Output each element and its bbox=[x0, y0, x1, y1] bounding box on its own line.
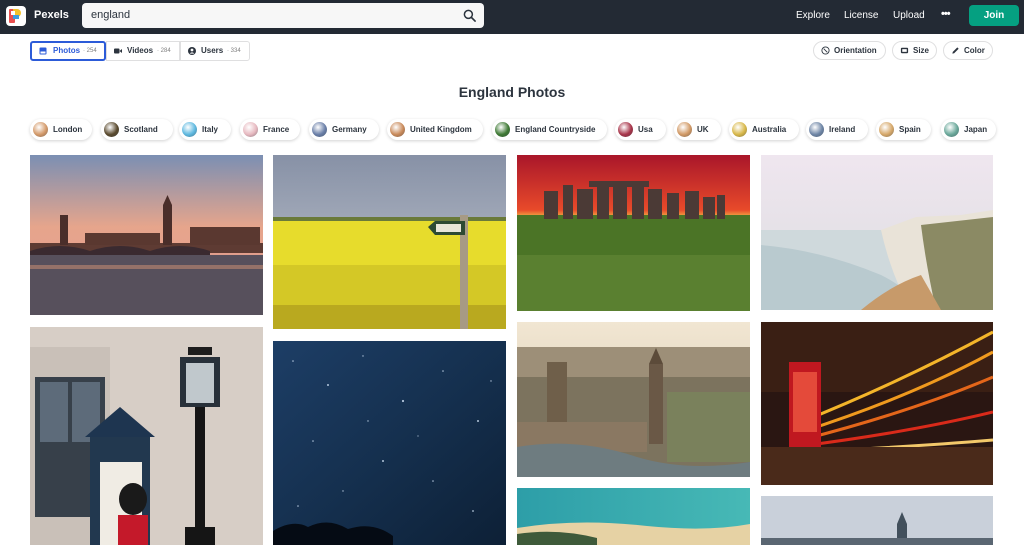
nav-explore-link[interactable]: Explore bbox=[796, 10, 830, 21]
tab-photos-label: Photos bbox=[53, 46, 81, 55]
size-filter-label: Size bbox=[913, 46, 930, 55]
photo-royal-guard-lamp-post[interactable] bbox=[30, 327, 263, 545]
chip-label: France bbox=[263, 125, 290, 134]
related-search-chip-london[interactable]: London bbox=[30, 119, 92, 140]
chip-label: Germany bbox=[332, 125, 367, 134]
join-button[interactable]: Join bbox=[969, 5, 1019, 26]
chip-thumbnail bbox=[618, 122, 633, 137]
chip-thumbnail bbox=[104, 122, 119, 137]
video-icon bbox=[114, 48, 122, 54]
related-search-chip-uk[interactable]: UK bbox=[674, 119, 721, 140]
tab-photos-count: · 254 bbox=[83, 48, 97, 54]
chip-thumbnail bbox=[33, 122, 48, 137]
chip-label: Usa bbox=[638, 125, 653, 134]
chip-label: Ireland bbox=[829, 125, 856, 134]
chip-label: Scotland bbox=[124, 125, 158, 134]
tab-photos[interactable]: Photos · 254 bbox=[30, 41, 106, 61]
tab-users-count: · 334 bbox=[227, 48, 241, 54]
chip-thumbnail bbox=[243, 122, 258, 137]
color-filter-button[interactable]: Color bbox=[943, 41, 993, 60]
related-search-chip-germany[interactable]: Germany bbox=[309, 119, 379, 140]
user-icon bbox=[188, 47, 196, 55]
chip-label: England Countryside bbox=[515, 125, 596, 134]
related-search-chip-spain[interactable]: Spain bbox=[876, 119, 931, 140]
chip-label: United Kingdom bbox=[410, 125, 472, 134]
related-search-chip-england-countryside[interactable]: England Countryside bbox=[492, 119, 607, 140]
photo-rapeseed-field-footpath-sign[interactable] bbox=[273, 155, 506, 329]
tab-videos-label: Videos bbox=[127, 46, 154, 55]
related-search-chip-japan[interactable]: Japan bbox=[941, 119, 996, 140]
orientation-filter-label: Orientation bbox=[834, 46, 877, 55]
chip-label: UK bbox=[697, 125, 709, 134]
photo-white-cliffs-coast[interactable] bbox=[761, 155, 993, 310]
nav-license-link[interactable]: License bbox=[844, 10, 878, 21]
photo-big-ben-dusk[interactable] bbox=[761, 496, 993, 545]
related-search-chip-united-kingdom[interactable]: United Kingdom bbox=[387, 119, 483, 140]
page-title: England Photos bbox=[458, 84, 566, 100]
search-input-value: england bbox=[91, 9, 131, 21]
more-options-icon[interactable]: ••• bbox=[941, 8, 951, 20]
brand-name[interactable]: Pexels bbox=[34, 9, 69, 21]
search-input[interactable]: england bbox=[82, 3, 484, 28]
related-search-chip-usa[interactable]: Usa bbox=[615, 119, 666, 140]
tab-videos[interactable]: Videos · 284 bbox=[106, 41, 180, 61]
color-icon bbox=[952, 47, 959, 54]
chip-thumbnail bbox=[732, 122, 747, 137]
chip-thumbnail bbox=[944, 122, 959, 137]
photo-red-phone-box-light-trails[interactable] bbox=[761, 322, 993, 485]
photo-london-thames-sunset[interactable] bbox=[30, 155, 263, 315]
size-filter-button[interactable]: Size bbox=[892, 41, 937, 60]
photo-stonehenge-sunset[interactable] bbox=[517, 155, 750, 311]
chip-label: Australia bbox=[752, 125, 787, 134]
orientation-icon bbox=[821, 46, 830, 55]
nav-upload-link[interactable]: Upload bbox=[893, 10, 925, 21]
chip-label: Japan bbox=[964, 125, 988, 134]
pexels-logo-icon[interactable] bbox=[6, 6, 26, 26]
orientation-filter-button[interactable]: Orientation bbox=[813, 41, 886, 60]
size-icon bbox=[900, 47, 909, 54]
chip-thumbnail bbox=[879, 122, 894, 137]
related-search-chip-italy[interactable]: Italy bbox=[179, 119, 231, 140]
chip-thumbnail bbox=[809, 122, 824, 137]
photo-westminster-aerial[interactable] bbox=[517, 322, 750, 477]
related-search-chip-scotland[interactable]: Scotland bbox=[101, 119, 173, 140]
chip-thumbnail bbox=[312, 122, 327, 137]
top-navigation-bar: Pexels england Explore License Upload ••… bbox=[0, 0, 1024, 34]
image-icon bbox=[39, 47, 47, 55]
related-search-chip-ireland[interactable]: Ireland bbox=[806, 119, 868, 140]
photo-starry-night-sky[interactable] bbox=[273, 341, 506, 545]
photo-turquoise-beach[interactable] bbox=[517, 488, 750, 545]
chip-label: London bbox=[53, 125, 83, 134]
chip-thumbnail bbox=[390, 122, 405, 137]
search-icon[interactable] bbox=[463, 9, 476, 22]
chip-label: Spain bbox=[899, 125, 921, 134]
tab-videos-count: · 284 bbox=[157, 48, 171, 54]
chip-thumbnail bbox=[495, 122, 510, 137]
color-filter-label: Color bbox=[964, 46, 985, 55]
chip-thumbnail bbox=[677, 122, 692, 137]
tab-users-label: Users bbox=[201, 46, 224, 55]
related-search-chip-france[interactable]: France bbox=[240, 119, 300, 140]
chip-thumbnail bbox=[182, 122, 197, 137]
related-search-chip-australia[interactable]: Australia bbox=[729, 119, 799, 140]
chip-label: Italy bbox=[202, 125, 219, 134]
tab-users[interactable]: Users · 334 bbox=[180, 41, 250, 61]
